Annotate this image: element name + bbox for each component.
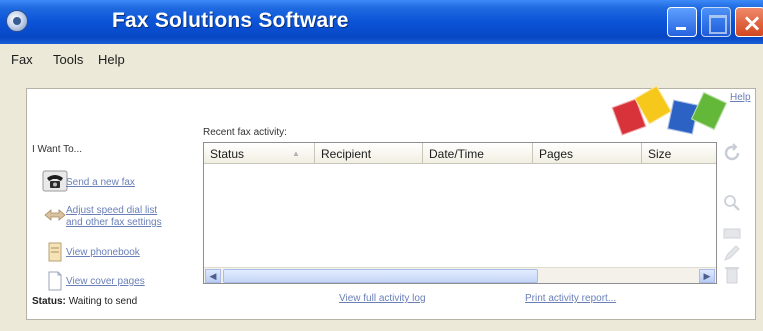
edit-icon[interactable] (720, 242, 744, 264)
recent-activity-label: Recent fax activity: (203, 127, 287, 138)
sort-arrow-icon: ▲ (292, 149, 300, 158)
column-size[interactable]: Size (642, 143, 716, 164)
search-icon[interactable] (720, 192, 744, 214)
print-report-link[interactable]: Print activity report... (525, 293, 616, 304)
menu-fax[interactable]: Fax (11, 52, 33, 67)
app-icon[interactable] (6, 10, 28, 32)
horizontal-scrollbar[interactable]: ◀ ▶ (204, 267, 716, 283)
column-status[interactable]: Status ▲ (204, 143, 315, 164)
i-want-to-heading: I Want To... (32, 144, 83, 155)
status-label: Status: (32, 296, 66, 307)
refresh-icon[interactable] (720, 142, 744, 164)
delete-icon[interactable] (720, 264, 744, 286)
speed-dial-link-line1[interactable]: Adjust speed dial list (66, 205, 157, 216)
brand-logo (610, 85, 730, 138)
logo-green-block (690, 91, 728, 131)
activity-table[interactable]: Status ▲ Recipient Date/Time Pages Size … (203, 142, 717, 284)
close-icon: × (742, 9, 763, 37)
table-header: Status ▲ Recipient Date/Time Pages Size (204, 143, 716, 164)
column-recipient[interactable]: Recipient (315, 143, 423, 164)
scroll-right-icon[interactable]: ▶ (699, 269, 715, 283)
compose-icon[interactable] (720, 222, 744, 244)
minimize-button[interactable] (667, 7, 697, 37)
speed-dial-link-line2[interactable]: and other fax settings (66, 217, 162, 228)
help-link[interactable]: Help (730, 92, 751, 103)
fax-window: Fax Solutions Software × Fax Tools Help … (0, 0, 763, 331)
column-pages[interactable]: Pages (533, 143, 642, 164)
menu-bar: Fax Tools Help (0, 44, 763, 74)
window-title: Fax Solutions Software (112, 9, 349, 32)
column-datetime[interactable]: Date/Time (423, 143, 533, 164)
menu-tools[interactable]: Tools (53, 52, 83, 67)
status-text: Status: Waiting to send (32, 296, 137, 307)
close-button[interactable]: × (735, 7, 763, 37)
column-status-label: Status (210, 147, 245, 161)
menu-help[interactable]: Help (98, 52, 125, 67)
view-full-log-link[interactable]: View full activity log (339, 293, 426, 304)
scroll-left-icon[interactable]: ◀ (205, 269, 221, 283)
status-value: Waiting to send (68, 296, 138, 307)
view-phonebook-link[interactable]: View phonebook (66, 247, 140, 258)
maximize-button[interactable] (701, 7, 731, 37)
view-cover-pages-link[interactable]: View cover pages (66, 276, 145, 287)
title-bar[interactable]: Fax Solutions Software × (0, 0, 763, 44)
scroll-thumb[interactable] (223, 269, 538, 283)
send-new-fax-link[interactable]: Send a new fax (66, 177, 135, 188)
